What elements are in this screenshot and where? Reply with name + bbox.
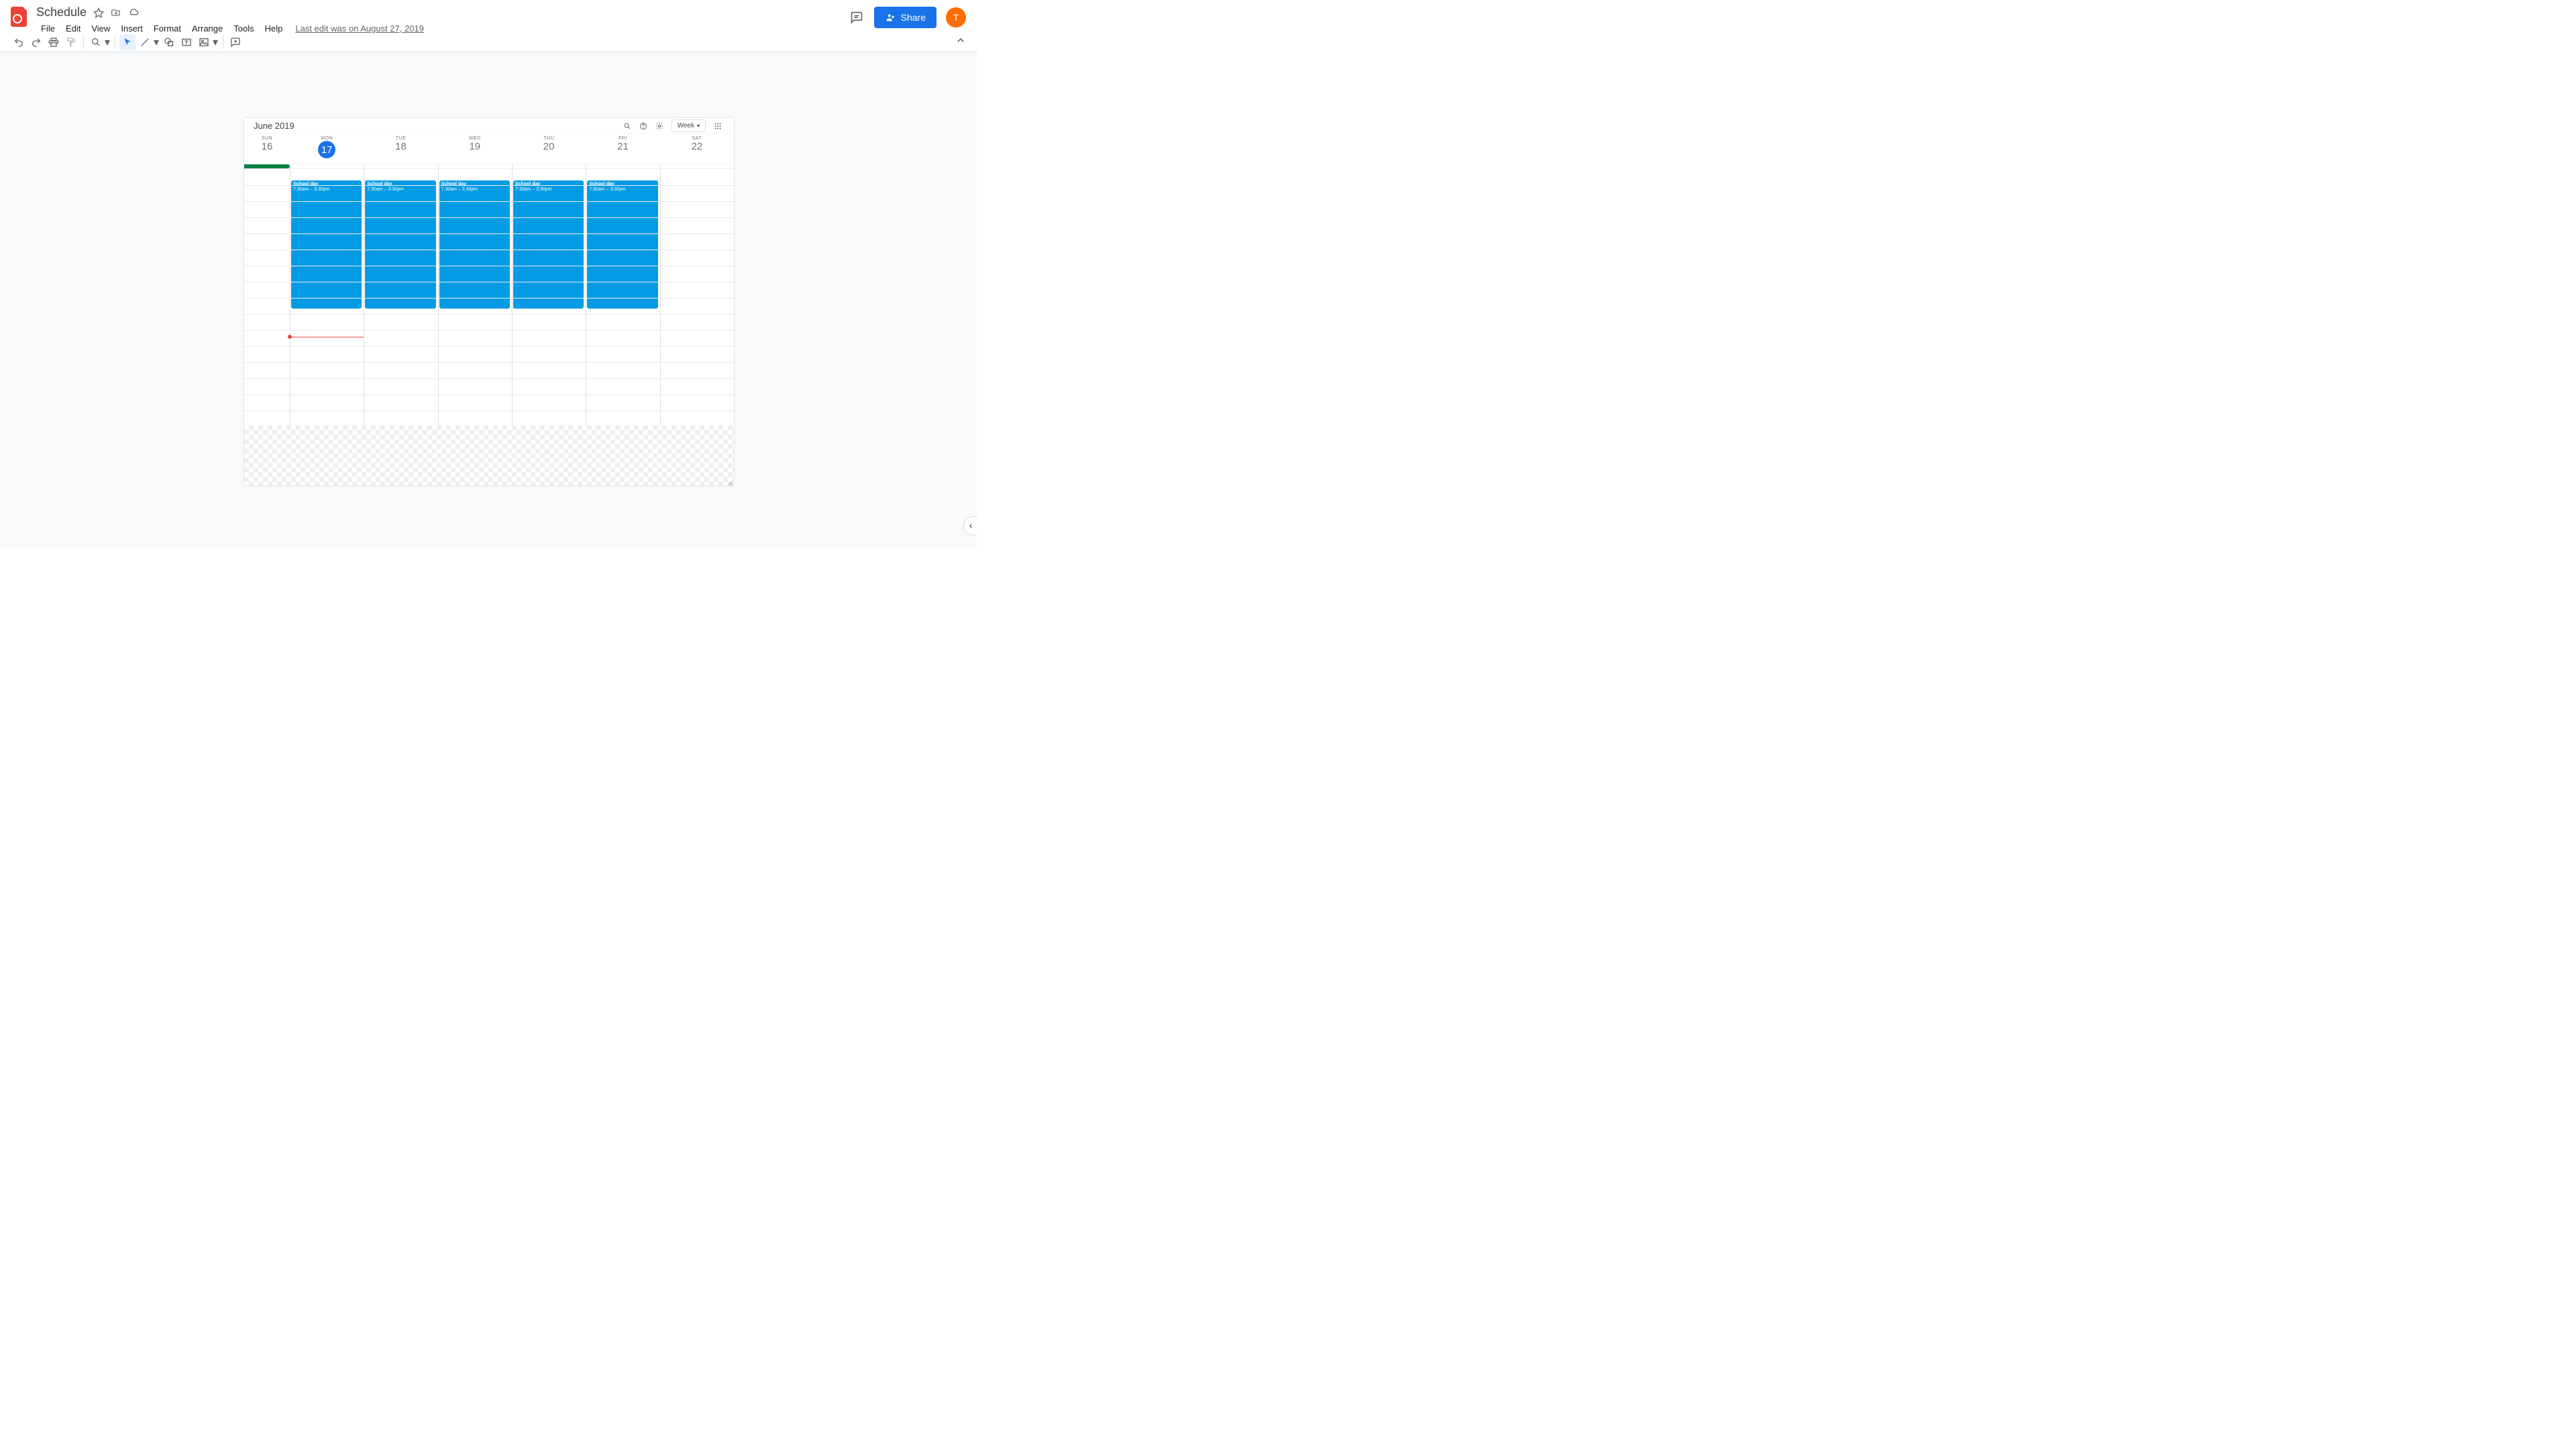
doc-title[interactable]: Schedule	[36, 5, 87, 19]
calendar-grid: School day 7:30am – 3:30pm School day 7:…	[244, 169, 734, 427]
shape-icon[interactable]	[161, 34, 177, 50]
day-header-fri: FRI 21	[586, 134, 659, 164]
allday-cell-mon	[290, 164, 364, 168]
calendar-search-icon	[621, 119, 634, 133]
select-tool-icon[interactable]	[119, 34, 136, 50]
image-icon	[196, 34, 212, 50]
drawing-canvas[interactable]: June 2019 Week ▾ SUN 16 MON 17 TUE 18	[244, 118, 734, 486]
day-header-sat: SAT 22	[660, 134, 734, 164]
event-block: School day 7:30am – 3:30pm	[291, 180, 362, 309]
drawings-logo-icon	[11, 7, 27, 27]
calendar-days-header: SUN 16 MON 17 TUE 18 WED 19 THU 20 FRI 2…	[244, 134, 734, 164]
paint-format-icon[interactable]	[63, 34, 79, 50]
calendar-month-label: June 2019	[254, 121, 618, 131]
allday-cell-thu	[512, 164, 586, 168]
person-add-icon	[885, 12, 896, 23]
allday-row	[244, 164, 734, 169]
apps-grid-icon	[711, 119, 724, 133]
textbox-icon[interactable]	[178, 34, 195, 50]
day-header-sun: SUN 16	[244, 134, 290, 164]
star-icon[interactable]	[93, 7, 104, 18]
day-header-tue: TUE 18	[364, 134, 437, 164]
canvas-background[interactable]: June 2019 Week ▾ SUN 16 MON 17 TUE 18	[0, 52, 977, 547]
canvas-resize-handle[interactable]	[726, 478, 734, 486]
image-tool-dropdown[interactable]: ▾	[196, 34, 219, 50]
comment-history-icon[interactable]	[849, 9, 865, 25]
allday-cell-fri	[586, 164, 659, 168]
cloud-status-icon[interactable]	[128, 7, 139, 18]
event-block: School day 7:30am – 3:30pm	[365, 180, 435, 309]
calendar-header: June 2019 Week ▾	[244, 118, 734, 134]
chevron-down-icon: ▾	[104, 34, 111, 50]
day-header-wed: WED 19	[438, 134, 512, 164]
calendar-help-icon	[637, 119, 650, 133]
show-side-panel-icon[interactable]	[963, 517, 977, 535]
line-tool-dropdown[interactable]: ▾	[137, 34, 160, 50]
account-avatar[interactable]: T	[946, 7, 966, 28]
event-block: School day 7:30am – 3:30pm	[439, 180, 510, 309]
chevron-down-icon: ▾	[212, 34, 219, 50]
chevron-down-icon: ▾	[697, 123, 700, 129]
transparent-area	[244, 425, 734, 486]
allday-cell-sun	[244, 164, 290, 168]
header: Schedule File Edit View Insert Format Ar…	[0, 0, 977, 32]
current-time-dot	[288, 335, 292, 339]
zoom-dropdown[interactable]: ▾	[88, 34, 111, 50]
move-icon[interactable]	[111, 7, 121, 18]
allday-cell-tue	[364, 164, 437, 168]
day-header-mon: MON 17	[290, 134, 364, 164]
calendar-settings-icon	[653, 119, 666, 133]
hide-menus-icon[interactable]	[955, 35, 966, 49]
redo-icon[interactable]	[28, 34, 44, 50]
separator	[83, 36, 84, 49]
last-edit-link[interactable]: Last edit was on August 27, 2019	[295, 23, 424, 34]
menu-help[interactable]: Help	[260, 21, 288, 36]
insert-comment-icon[interactable]	[227, 34, 244, 50]
doc-title-row: Schedule	[36, 5, 849, 19]
print-icon[interactable]	[46, 34, 62, 50]
allday-cell-wed	[438, 164, 512, 168]
title-area: Schedule File Edit View Insert Format Ar…	[36, 5, 849, 36]
event-block: School day 7:30am – 3:30pm	[587, 180, 657, 309]
allday-event-green	[244, 164, 290, 168]
line-icon	[137, 34, 153, 50]
event-block: School day 7:30am – 3:30pm	[513, 180, 584, 309]
share-button[interactable]: Share	[874, 7, 936, 28]
zoom-icon	[88, 34, 104, 50]
calendar-view-selector: Week ▾	[672, 119, 706, 132]
allday-cell-sat	[660, 164, 734, 168]
day-header-thu: THU 20	[512, 134, 586, 164]
share-label: Share	[901, 12, 926, 23]
undo-icon[interactable]	[11, 34, 27, 50]
chevron-down-icon: ▾	[153, 34, 160, 50]
header-right: Share T	[849, 5, 966, 28]
